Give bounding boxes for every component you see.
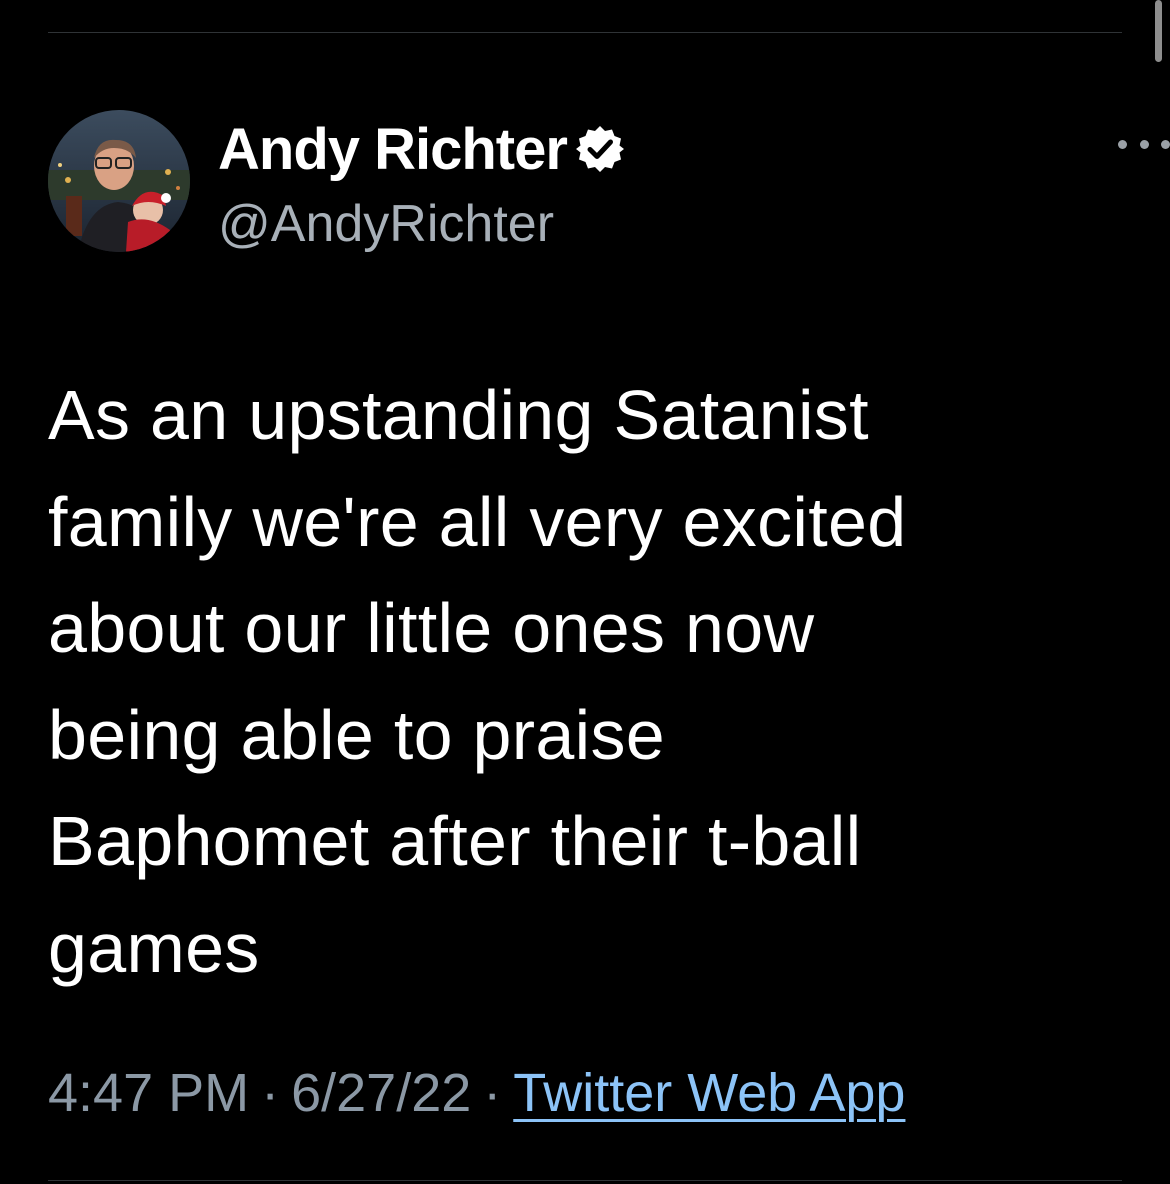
user-handle[interactable]: @AndyRichter [218,194,554,254]
verified-badge-icon [575,124,625,174]
scrollbar[interactable] [1155,0,1162,62]
more-dot [1118,139,1127,149]
avatar-image [48,110,190,252]
divider-top [48,32,1122,33]
tweet-header: Andy Richter @AndyRichter [48,110,1170,254]
avatar[interactable] [48,110,190,252]
more-dot [1161,139,1170,149]
separator: · [261,1063,280,1123]
source-link[interactable]: Twitter Web App [513,1063,905,1123]
more-options-icon[interactable] [1118,136,1170,152]
separator: · [483,1063,502,1123]
divider-bottom [48,1180,1122,1181]
display-name-row: Andy Richter [218,114,625,184]
tweet-text: As an upstanding Satanist family we're a… [48,376,907,987]
tweet-metadata: 4:47 PM · 6/27/22 · Twitter Web App [48,1062,905,1124]
more-dot [1139,139,1149,149]
tweet-time[interactable]: 4:47 PM [48,1063,249,1123]
display-name[interactable]: Andy Richter [218,116,568,183]
tweet-date[interactable]: 6/27/22 [291,1063,471,1123]
